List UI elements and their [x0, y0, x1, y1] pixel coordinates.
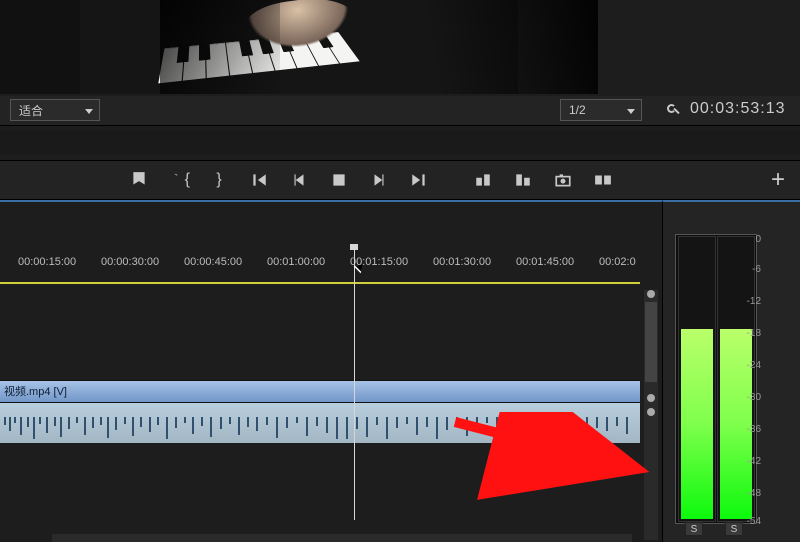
export-frame-button[interactable]: [552, 169, 574, 191]
resolution-label: 1/2: [569, 103, 586, 117]
audio-meter-right-channel: [717, 236, 755, 522]
mouse-cursor-icon: [356, 262, 368, 280]
timeline-panel: 00:00:15:00 00:00:30:00 00:00:45:00 00:0…: [0, 200, 662, 542]
playhead[interactable]: [354, 250, 355, 520]
button-editor-plus[interactable]: +: [766, 168, 790, 192]
program-monitor[interactable]: [80, 0, 518, 94]
audio-meter[interactable]: [675, 234, 757, 524]
comparison-view-button[interactable]: [592, 169, 614, 191]
ruler-tick-label: 00:01:00:00: [267, 256, 325, 268]
settings-wrench-icon[interactable]: [664, 101, 682, 119]
resolution-dropdown[interactable]: 1/2: [560, 99, 642, 121]
ruler-tick-label: 00:00:45:00: [184, 256, 242, 268]
level-fill: [681, 329, 713, 519]
zoom-fit-label: 适合: [19, 102, 43, 119]
solo-right-button[interactable]: S: [725, 522, 743, 536]
audio-waveform: [0, 407, 640, 439]
marker-icon[interactable]: [128, 169, 150, 191]
step-back-button[interactable]: [288, 169, 310, 191]
solo-left-button[interactable]: S: [685, 522, 703, 536]
audio-meter-panel: 0 -6 -12 -18 -24 -30 -36 -42 -48 -54 S S: [662, 200, 800, 542]
ruler-tick-label: 00:01:30:00: [433, 256, 491, 268]
time-ruler[interactable]: 00:00:15:00 00:00:30:00 00:00:45:00 00:0…: [0, 256, 640, 276]
ruler-tick-label: 00:00:30:00: [101, 256, 159, 268]
go-to-out-button[interactable]: [408, 169, 430, 191]
zoom-fit-dropdown[interactable]: 适合: [10, 99, 100, 121]
ruler-tick-label: 00:02:0: [599, 256, 636, 268]
video-track-1[interactable]: 视频.mp4 [V]: [0, 380, 640, 402]
audio-meter-left-channel: [678, 236, 716, 522]
video-clip[interactable]: 视频.mp4 [V]: [0, 381, 640, 403]
transport-toolbar: { }: [0, 160, 800, 200]
ruler-tick-label: 00:00:15:00: [18, 256, 76, 268]
ruler-tick-label: 00:01:45:00: [516, 256, 574, 268]
program-monitor-wrap: [0, 0, 518, 94]
video-clip-label: 视频.mp4 [V]: [4, 386, 67, 398]
timeline-horizontal-scrollbar[interactable]: [52, 534, 632, 542]
go-to-in-button[interactable]: [248, 169, 270, 191]
program-timecode[interactable]: 00:03:53:13: [690, 100, 786, 118]
audio-clip[interactable]: [0, 403, 640, 443]
mark-in-button[interactable]: {: [168, 169, 190, 191]
work-area-bar[interactable]: [0, 282, 640, 284]
extract-button[interactable]: [512, 169, 534, 191]
stop-button[interactable]: [328, 169, 350, 191]
step-forward-button[interactable]: [368, 169, 390, 191]
mark-out-button[interactable]: }: [208, 169, 230, 191]
spacer-strip: [0, 130, 800, 155]
timeline-vertical-scrollbar[interactable]: [644, 290, 658, 540]
audio-track-1[interactable]: [0, 402, 640, 442]
lift-button[interactable]: [472, 169, 494, 191]
